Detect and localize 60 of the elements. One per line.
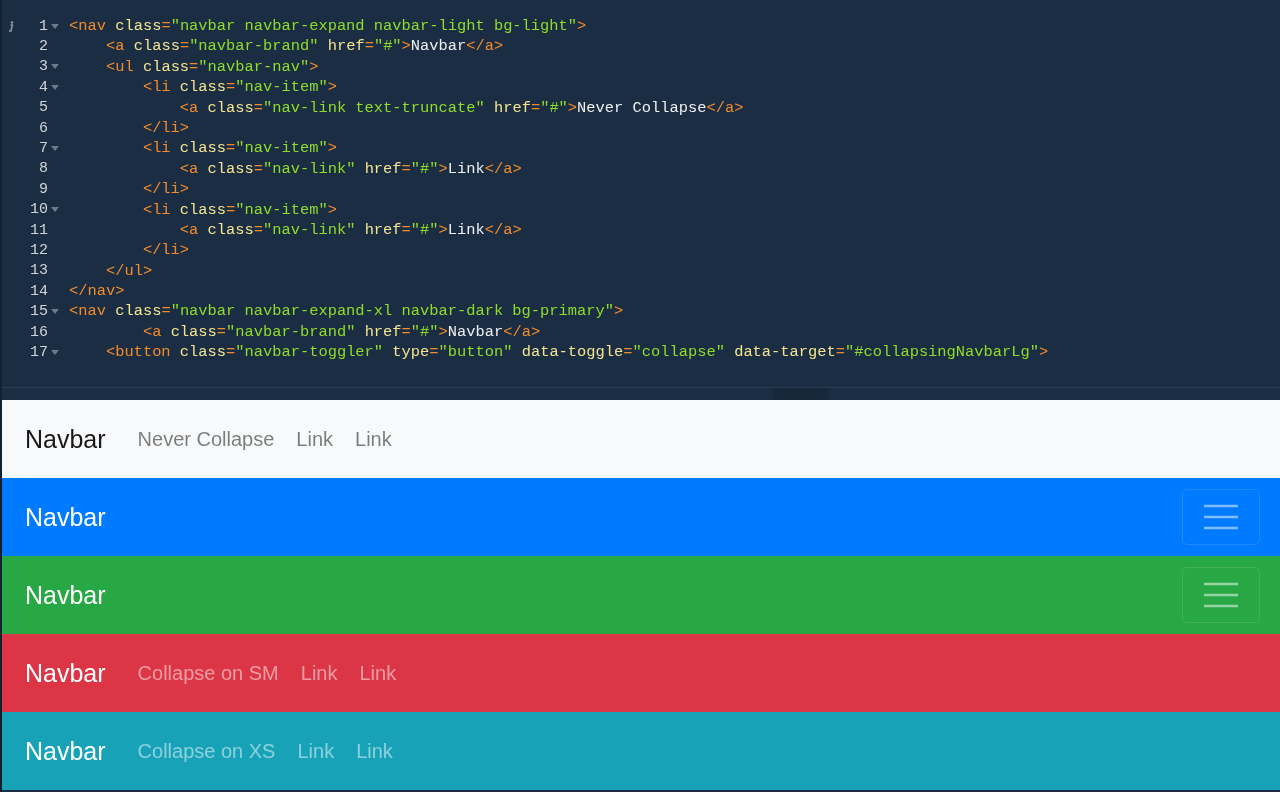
scrollbar-thumb[interactable] [773, 388, 829, 400]
fold-arrow-icon[interactable] [51, 64, 59, 70]
code-line: <li class="nav-item"> [141, 77, 337, 98]
line-number: 3 [38, 58, 48, 76]
code-line: <a class="nav-link text-truncate" href="#">Never Collapse</a> [178, 97, 744, 118]
menu-icon [1204, 582, 1238, 608]
navbar-brand-link[interactable]: Navbar [25, 658, 106, 688]
line-number: 1 [38, 17, 48, 35]
line-number: 6 [38, 119, 48, 137]
fold-arrow-icon[interactable] [51, 349, 59, 355]
code-line: </nav> [69, 281, 125, 302]
line-number: 12 [29, 242, 48, 259]
line-number: 4 [38, 78, 48, 96]
line-number: 5 [38, 99, 48, 117]
navbar-brand-link[interactable]: Navbar [25, 580, 106, 610]
menu-icon [1204, 504, 1238, 530]
fold-arrow-icon[interactable] [51, 207, 59, 213]
nav-link[interactable]: Link [300, 661, 338, 685]
code-line: <li class="nav-item"> [141, 199, 337, 220]
line-number: 14 [29, 282, 48, 300]
code-line: <a class="nav-link" href="#">Link</a> [178, 219, 522, 241]
nav-link[interactable]: Link [359, 661, 397, 685]
navbar-brand-link[interactable]: Navbar [25, 736, 106, 766]
line-number: 10 [29, 201, 48, 219]
fold-arrow-icon[interactable] [51, 309, 59, 315]
navbar-brand-link[interactable]: Navbar [25, 424, 106, 454]
fold-arrow-icon[interactable] [51, 146, 59, 152]
nav-link[interactable]: Link [297, 739, 335, 763]
code-line: <nav class="navbar navbar-expand-xl navbar-dark bg-primary"> [69, 301, 624, 322]
fold-arrow-icon[interactable] [51, 23, 59, 29]
nav-link[interactable]: Collapse on SM [137, 661, 279, 685]
code-line: </li> [141, 179, 190, 200]
menu-toggle-button[interactable] [1182, 489, 1260, 545]
nav-link[interactable]: Link [355, 427, 392, 451]
code-line: <button class="navbar-toggler" type="button" data-toggle="collapse" data-target="#collapsingNavbarLg"> [104, 342, 1049, 363]
code-line: <a class="navbar-brand" href="#">Navbar</a> [141, 321, 541, 343]
line-number: 11 [29, 221, 48, 239]
line-number: 17 [29, 343, 48, 361]
line-number: 9 [38, 180, 48, 198]
code-line: <a class="nav-link" href="#">Link</a> [178, 158, 522, 180]
code-line: <ul class="navbar-nav"> [104, 56, 319, 78]
code-line: <a class="navbar-brand" href="#">Navbar</a> [104, 36, 504, 57]
line-number: 13 [29, 262, 48, 280]
line-number: 15 [29, 303, 48, 321]
code-line: <nav class="navbar navbar-expand navbar-light bg-light"> [69, 16, 587, 37]
menu-toggle-button[interactable] [1182, 567, 1260, 623]
nav-link[interactable]: Collapse on XS [137, 739, 276, 763]
line-number: 7 [38, 140, 48, 158]
line-number: 2 [38, 38, 48, 56]
code-line: </ul> [104, 260, 153, 282]
line-number: 16 [29, 323, 48, 341]
code-line: </li> [141, 240, 190, 261]
fold-arrow-icon[interactable] [51, 84, 59, 90]
nav-link[interactable]: Link [296, 427, 334, 451]
code-line: <li class="nav-item"> [141, 138, 337, 159]
navbar-brand-link[interactable]: Navbar [25, 502, 106, 532]
nav-link[interactable]: Never Collapse [137, 427, 275, 451]
line-number: 8 [38, 160, 48, 178]
nav-link[interactable]: Link [356, 739, 393, 763]
code-line: </li> [141, 117, 190, 139]
